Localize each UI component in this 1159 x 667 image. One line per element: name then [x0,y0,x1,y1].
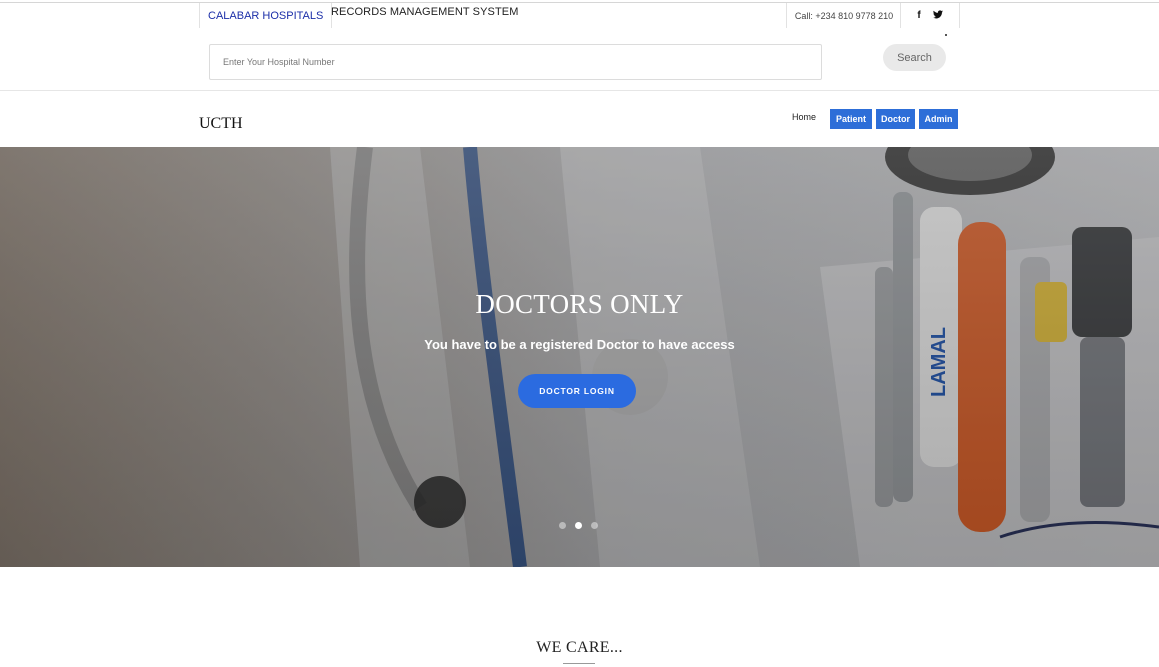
slider-dot-2[interactable] [575,522,582,529]
slider-dots [559,522,598,529]
site-logo[interactable]: UCTH [199,115,243,133]
decor-dot [945,34,947,36]
section-underline [563,663,595,664]
hospital-number-input[interactable] [209,44,822,80]
system-name: RECORDS MANAGEMENT SYSTEM [331,6,519,18]
slider-dot-1[interactable] [559,522,566,529]
brand-link[interactable]: CALABAR HOSPITALS [199,3,333,28]
search-button[interactable]: Search [883,44,946,71]
social-links: f [900,3,960,28]
slider-dot-3[interactable] [591,522,598,529]
nav-patient[interactable]: Patient [830,109,872,129]
call-info: Call: +234 810 9778 210 [786,3,901,28]
nav-home[interactable]: Home [792,112,816,122]
hero-slider: LAMAL DOCTORS ONLY You have to be a regi… [0,147,1159,567]
hero-background-image: LAMAL [0,147,1159,567]
nav-doctor[interactable]: Doctor [876,109,915,129]
top-info-bar: CALABAR HOSPITALS RECORDS MANAGEMENT SYS… [0,0,1159,30]
header-divider [0,90,1159,91]
twitter-icon[interactable] [932,9,943,22]
hero-title: DOCTORS ONLY [475,289,684,319]
hero-subtitle: You have to be a registered Doctor to ha… [424,337,735,352]
nav-admin[interactable]: Admin [919,109,958,129]
facebook-icon[interactable]: f [917,10,920,21]
call-text: Call: +234 810 9778 210 [794,10,894,21]
doctor-login-button[interactable]: DOCTOR LOGIN [518,374,636,408]
section-title: WE CARE... [536,639,623,656]
